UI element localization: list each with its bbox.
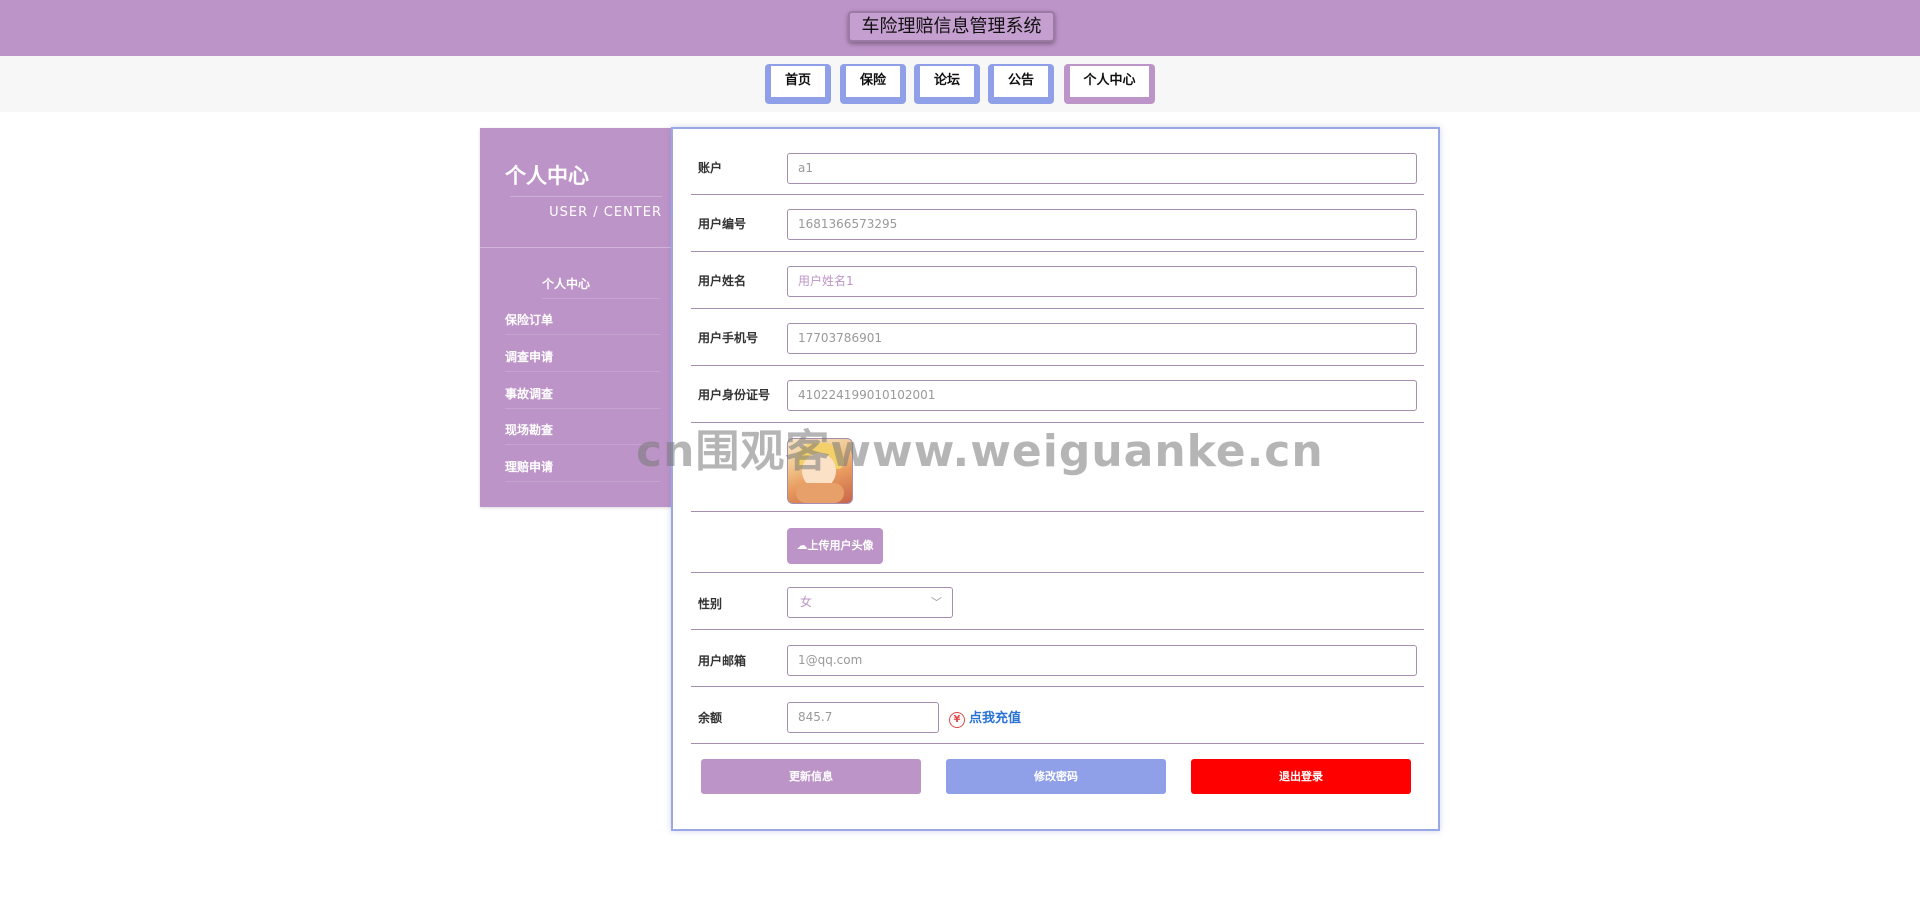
row-upload: ☁上传用户头像 [691, 512, 1424, 573]
phone-label: 用户手机号 [698, 331, 759, 345]
main-nav: 首页 保险 论坛 公告 个人中心 [0, 56, 1920, 112]
nav-personal-center[interactable]: 个人中心 [1064, 64, 1155, 104]
sidebar-item-accident-investigation[interactable]: 事故调查 [505, 380, 660, 409]
site-title: 车险理赔信息管理系统 [848, 11, 1055, 42]
row-user-no: 用户编号 1681366573295 [691, 195, 1424, 252]
row-email: 用户邮箱 1@qq.com [691, 630, 1424, 687]
account-input[interactable]: a1 [787, 153, 1417, 184]
gender-value: 女 [800, 595, 813, 609]
email-input[interactable]: 1@qq.com [787, 645, 1417, 676]
nav-forum[interactable]: 论坛 [914, 64, 980, 104]
sidebar-title: 个人中心 [505, 164, 589, 188]
row-gender: 性别 女 ﹀ [691, 573, 1424, 630]
sidebar-divider [480, 247, 672, 248]
row-account: 账户 a1 [691, 129, 1424, 195]
nav-insurance[interactable]: 保险 [840, 64, 906, 104]
yuan-coin-icon: ¥ [949, 712, 965, 728]
account-label: 账户 [698, 161, 723, 175]
user-name-label: 用户姓名 [698, 274, 747, 288]
row-user-name: 用户姓名 用户姓名1 [691, 252, 1424, 309]
nav-home[interactable]: 首页 [765, 64, 831, 104]
row-avatar [691, 423, 1424, 512]
sidebar: 个人中心 USER / CENTER 个人中心 保险订单 调查申请 事故调查 现… [480, 128, 672, 507]
email-label: 用户邮箱 [698, 654, 747, 668]
upload-avatar-label: 上传用户头像 [807, 539, 874, 552]
user-name-input[interactable]: 用户姓名1 [787, 266, 1417, 297]
phone-input[interactable]: 17703786901 [787, 323, 1417, 354]
cloud-upload-icon: ☁ [796, 539, 808, 552]
gender-label: 性别 [698, 597, 723, 611]
avatar-hands [796, 483, 844, 503]
sidebar-item-investigation-apply[interactable]: 调查申请 [505, 343, 660, 372]
row-id-card: 用户身份证号 410224199010102001 [691, 366, 1424, 423]
profile-panel: 账户 a1 用户编号 1681366573295 用户姓名 用户姓名1 用户手机… [671, 127, 1440, 831]
chevron-down-icon: ﹀ [931, 596, 942, 609]
gender-select[interactable]: 女 ﹀ [787, 587, 953, 618]
sidebar-item-personal-center[interactable]: 个人中心 [542, 270, 660, 299]
sidebar-item-claim-apply[interactable]: 理赔申请 [505, 453, 660, 482]
row-phone: 用户手机号 17703786901 [691, 309, 1424, 366]
user-no-label: 用户编号 [698, 217, 747, 231]
nav-announcement[interactable]: 公告 [988, 64, 1054, 104]
balance-input[interactable]: 845.7 [787, 702, 939, 733]
change-password-button[interactable]: 修改密码 [946, 759, 1166, 794]
logout-button[interactable]: 退出登录 [1191, 759, 1411, 794]
top-header: 车险理赔信息管理系统 [0, 0, 1920, 56]
balance-label: 余额 [698, 711, 723, 725]
recharge-link[interactable]: ¥ 点我充值 [949, 707, 1021, 728]
row-balance: 余额 845.7 ¥ 点我充值 [691, 687, 1424, 744]
user-avatar [787, 438, 853, 504]
sidebar-item-site-survey[interactable]: 现场勘查 [505, 416, 660, 445]
user-no-input[interactable]: 1681366573295 [787, 209, 1417, 240]
upload-avatar-button[interactable]: ☁上传用户头像 [787, 528, 883, 564]
id-card-input[interactable]: 410224199010102001 [787, 380, 1417, 411]
sidebar-item-insurance-orders[interactable]: 保险订单 [505, 306, 660, 335]
id-card-label: 用户身份证号 [698, 388, 771, 402]
update-info-button[interactable]: 更新信息 [701, 759, 921, 794]
sidebar-subtitle: USER / CENTER [510, 196, 662, 220]
recharge-label: 点我充值 [969, 711, 1022, 726]
